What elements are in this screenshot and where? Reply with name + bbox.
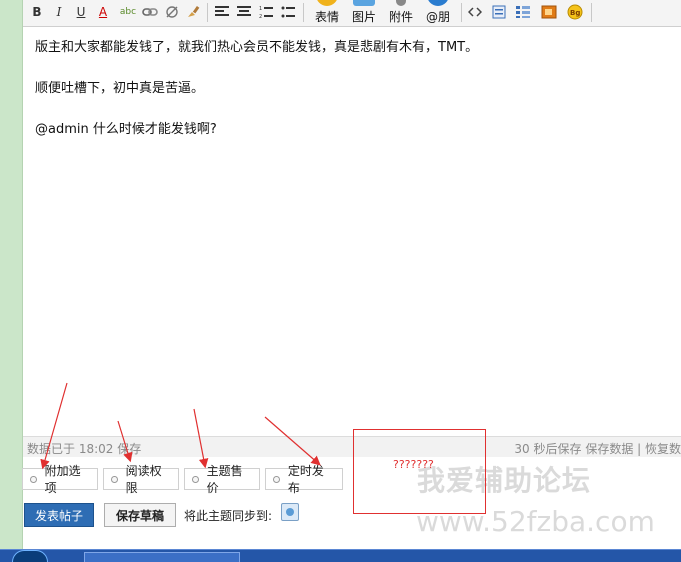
font-color-button[interactable]: A <box>95 3 111 21</box>
quote-button[interactable] <box>490 3 508 21</box>
bold-button[interactable]: B <box>29 3 45 21</box>
toolbar-separator <box>207 3 208 22</box>
annotation-box <box>353 429 486 514</box>
smiley-icon <box>316 0 338 6</box>
link-icon <box>142 8 158 16</box>
option-thread-price[interactable]: 主题售价 <box>184 464 260 495</box>
spellcheck-button[interactable]: abc <box>117 3 139 21</box>
emoticon-label: 表情 <box>314 10 339 24</box>
autosave-status: 数据已于 18:02 保存 <box>27 442 142 456</box>
annotation-question-text: ??????? <box>393 458 434 471</box>
editor-toolbar: B I U A abc 12 表情 图片 附件 @朋 Bg <box>23 0 681 27</box>
bullet-icon <box>273 475 280 483</box>
left-green-strip <box>0 0 23 549</box>
sync-label: 将此主题同步到: <box>184 509 273 523</box>
quote-icon <box>492 5 506 19</box>
option-scheduled-publish[interactable]: 定时发布 <box>265 464 343 495</box>
option-extra[interactable]: 附加选项 <box>22 464 98 495</box>
ordered-list-icon: 12 <box>259 6 273 19</box>
unlink-icon <box>166 6 178 18</box>
bullet-icon <box>192 475 199 483</box>
image-label: 图片 <box>351 10 376 24</box>
post-thread-button[interactable]: 发表帖子 <box>24 503 94 527</box>
bullet-icon <box>30 475 37 483</box>
ordered-list-button[interactable]: 12 <box>257 3 275 21</box>
mention-label: @朋 <box>425 10 450 24</box>
underline-button[interactable]: U <box>73 3 89 21</box>
option-read-permission-label: 阅读权限 <box>125 464 162 495</box>
editor-statusbar: 数据已于 18:02 保存 30 秒后保存 保存数据 | 恢复数 <box>23 436 681 457</box>
table-icon <box>516 6 530 18</box>
brush-icon <box>188 5 200 17</box>
align-left-icon <box>215 6 229 16</box>
toolbar-separator <box>461 3 462 22</box>
italic-button[interactable]: I <box>51 3 67 21</box>
align-center-icon <box>237 6 251 16</box>
option-thread-price-label: 主题售价 <box>206 464 243 495</box>
save-draft-button[interactable]: 保存草稿 <box>104 503 176 527</box>
align-center-button[interactable] <box>235 3 253 21</box>
table-button[interactable] <box>514 3 532 21</box>
os-taskbar <box>0 549 681 562</box>
clear-format-button[interactable] <box>185 3 203 21</box>
option-scheduled-publish-label: 定时发布 <box>287 464 324 495</box>
attachment-button[interactable]: 附件 <box>383 0 419 24</box>
editor-line: @admin 什么时候才能发钱啊? <box>35 122 217 137</box>
image-button[interactable]: 图片 <box>346 0 382 24</box>
code-icon <box>468 7 482 17</box>
bullet-icon <box>111 475 118 483</box>
option-read-permission[interactable]: 阅读权限 <box>103 464 179 495</box>
code-button[interactable] <box>466 3 484 21</box>
option-extra-label: 附加选项 <box>44 464 81 495</box>
bg-music-icon: Bg <box>567 4 583 20</box>
autosave-controls[interactable]: 30 秒后保存 保存数据 | 恢复数 <box>514 440 681 457</box>
start-button[interactable] <box>12 550 48 562</box>
post-editor-textarea[interactable]: 版主和大家都能发钱了，就我们热心会员不能发钱，真是悲剧有木有，TMT。 顺便吐槽… <box>23 27 681 435</box>
media-button[interactable] <box>540 3 558 21</box>
toolbar-separator <box>591 3 592 22</box>
editor-line: 版主和大家都能发钱了，就我们热心会员不能发钱，真是悲剧有木有，TMT。 <box>35 40 479 55</box>
paperclip-icon <box>396 0 406 6</box>
align-left-button[interactable] <box>213 3 231 21</box>
mention-button[interactable]: @朋 <box>420 0 456 24</box>
sync-target-icon[interactable] <box>281 503 299 521</box>
link-button[interactable] <box>141 3 159 21</box>
svg-text:Bg: Bg <box>570 9 580 17</box>
editor-line: 顺便吐槽下，初中真是苦逼。 <box>35 81 205 96</box>
toolbar-separator <box>303 3 304 22</box>
unordered-list-icon <box>281 6 295 18</box>
emoticon-button[interactable]: 表情 <box>309 0 345 24</box>
attachment-label: 附件 <box>388 10 413 24</box>
background-music-button[interactable]: Bg <box>566 3 584 21</box>
svg-text:2: 2 <box>259 14 262 19</box>
unlink-button[interactable] <box>163 3 181 21</box>
media-icon <box>541 5 557 19</box>
svg-text:1: 1 <box>259 6 262 12</box>
unordered-list-button[interactable] <box>279 3 297 21</box>
image-icon <box>353 0 375 6</box>
at-sign-icon <box>427 0 449 6</box>
